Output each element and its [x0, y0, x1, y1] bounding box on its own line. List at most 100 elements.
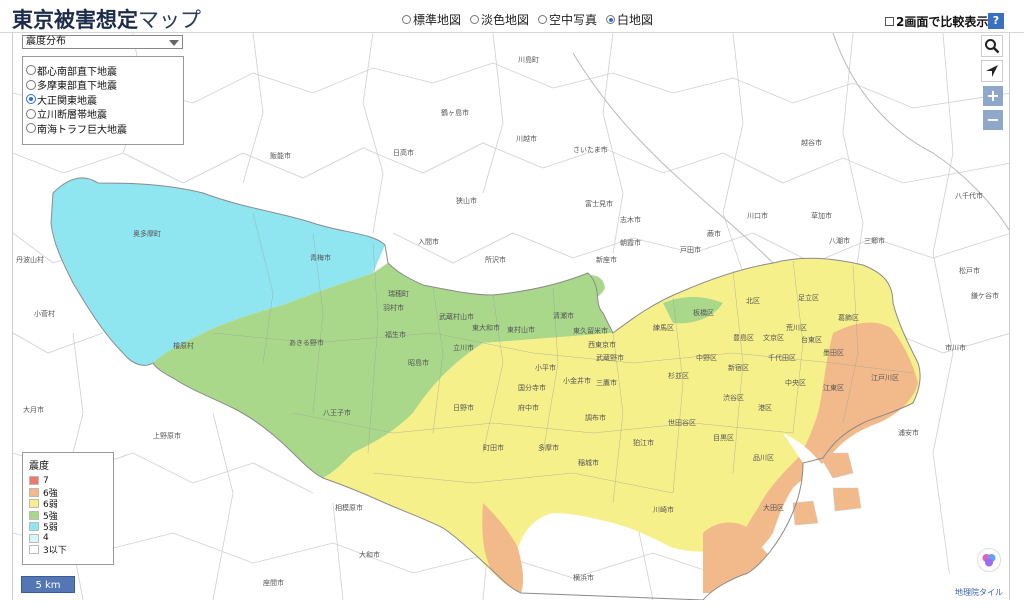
town-label: 足立区	[798, 294, 819, 302]
map-view[interactable]: さいたま市 川口市 戸田市 蕨市 朝霞市 新座市 志木市 富士見市 所沢市 狭山…	[12, 33, 1010, 600]
town-label: 板橋区	[693, 309, 714, 317]
town-label: 富士見市	[585, 200, 613, 208]
help-button[interactable]: ?	[988, 13, 1004, 29]
earthquake-scenario-panel: 都心南部直下地震 多摩東部直下地震 大正関東地震 立川断層帯地震 南海トラフ巨大…	[22, 56, 184, 145]
legend-item: 5弱	[29, 521, 107, 533]
quake-option-taisho-kanto[interactable]: 大正関東地震	[26, 92, 180, 107]
radio-icon	[26, 123, 36, 134]
town-label: 世田谷区	[668, 419, 696, 427]
town-label: 清瀬市	[553, 312, 574, 320]
radio-icon	[26, 79, 36, 90]
town-label: 戸田市	[680, 246, 701, 254]
town-label: 草加市	[811, 212, 832, 220]
radio-icon	[538, 15, 548, 24]
assistant-button[interactable]	[977, 548, 1001, 572]
town-label: 鎌ケ谷市	[971, 292, 999, 300]
town-label: 品川区	[753, 454, 774, 462]
town-label: 大田区	[763, 504, 784, 512]
town-label: 新座市	[596, 256, 617, 264]
town-label: 多摩市	[538, 444, 559, 452]
quake-option-tonan-chokka[interactable]: 都心南部直下地震	[26, 63, 180, 78]
town-label: 座間市	[263, 579, 284, 587]
town-label: 江東区	[823, 384, 844, 392]
basemap-option-photo[interactable]: 空中写真	[538, 11, 597, 28]
town-label: 中央区	[785, 379, 806, 387]
quake-label: 都心南部直下地震	[37, 66, 117, 78]
town-label: 三鷹市	[596, 379, 617, 387]
zoom-out-button[interactable]: −	[983, 110, 1003, 130]
town-label: 調布市	[585, 414, 606, 422]
search-button[interactable]	[981, 35, 1003, 57]
town-label: 市川市	[945, 344, 966, 352]
town-label: 青梅市	[310, 254, 331, 262]
scenario-dropdown[interactable]: 震度分布	[22, 35, 183, 49]
town-label: 三郷市	[864, 237, 885, 245]
quake-label: 多摩東部直下地震	[37, 81, 117, 93]
basemap-label: 空中写真	[549, 13, 598, 27]
town-label: 飯能市	[270, 152, 291, 160]
basemap-option-blank[interactable]: 白地図	[606, 11, 653, 28]
town-label: 蕨市	[707, 230, 721, 238]
town-label: 町田市	[483, 444, 504, 452]
town-label: 小金井市	[563, 377, 591, 385]
town-label: 八千代市	[955, 192, 983, 200]
app-logo[interactable]: 東京被害想定マップ	[12, 4, 201, 34]
legend-item: 6強	[29, 487, 107, 499]
basemap-option-pale[interactable]: 淡色地図	[470, 11, 529, 28]
quake-label: 立川断層帯地震	[37, 110, 107, 122]
town-label: 檜原村	[173, 342, 194, 350]
town-label: 小平市	[535, 364, 556, 372]
town-label: 八潮市	[829, 237, 850, 245]
legend-swatch	[29, 499, 39, 509]
town-label: 府中市	[518, 404, 539, 412]
town-label: 葛飾区	[838, 314, 859, 322]
town-label: 羽村市	[383, 304, 404, 312]
basemap-selector: 標準地図 淡色地図 空中写真 白地図	[402, 11, 653, 28]
town-label: 川島町	[518, 56, 539, 64]
app-header: 東京被害想定マップ 標準地図 淡色地図 空中写真 白地図 2画面で比較表示 ?	[0, 0, 1024, 33]
town-label: 武蔵村山市	[439, 313, 474, 321]
chevron-down-icon	[169, 40, 179, 46]
town-label: 渋谷区	[723, 394, 744, 402]
search-icon	[985, 39, 1000, 54]
town-label: 川崎市	[653, 506, 674, 514]
town-label: 川口市	[747, 212, 768, 220]
quake-option-nankai-trough[interactable]: 南海トラフ巨大地震	[26, 121, 180, 136]
quake-option-tachikawa-fault[interactable]: 立川断層帯地震	[26, 107, 180, 122]
town-label: さいたま市	[573, 146, 608, 154]
legend-label: 3以下	[43, 546, 67, 557]
legend-label: 7	[43, 475, 49, 486]
compare-label: 2画面で比較表示	[896, 15, 989, 29]
compare-toggle[interactable]: 2画面で比較表示	[885, 13, 988, 30]
town-label: 杉並区	[668, 372, 689, 380]
map-attribution[interactable]: 地理院タイル	[955, 587, 1003, 598]
town-label: 東村山市	[507, 326, 535, 334]
town-label: 日野市	[453, 404, 474, 412]
quake-option-tamatobu-chokka[interactable]: 多摩東部直下地震	[26, 78, 180, 93]
current-location-button[interactable]	[981, 60, 1003, 82]
radio-icon	[470, 15, 480, 24]
location-arrow-icon	[986, 65, 998, 77]
intensity-legend: 震度 7 6強 6弱 5強 5弱 4 3以下	[22, 452, 114, 565]
town-label: 相模原市	[335, 504, 363, 512]
town-label: 朝霞市	[620, 239, 641, 247]
legend-item: 4	[29, 533, 107, 545]
legend-label: 4	[43, 533, 49, 544]
basemap-option-standard[interactable]: 標準地図	[402, 11, 461, 28]
town-label: 練馬区	[653, 324, 674, 332]
basemap-label: 淡色地図	[481, 13, 530, 27]
town-label: 丹波山村	[16, 256, 44, 264]
town-label: 越谷市	[801, 139, 822, 147]
legend-item: 7	[29, 475, 107, 487]
town-label: 浦安市	[898, 429, 919, 437]
town-label: 東久留米市	[573, 327, 608, 335]
zoom-in-button[interactable]: +	[983, 86, 1003, 106]
app-title-suffix: マップ	[138, 8, 201, 32]
town-label: 千代田区	[768, 354, 796, 362]
town-label: 横浜市	[573, 574, 594, 582]
town-label: 狛江市	[633, 439, 654, 447]
legend-swatch	[29, 476, 39, 486]
town-label: 目黒区	[713, 434, 734, 442]
legend-label: 5弱	[43, 523, 58, 534]
town-label: 文京区	[763, 334, 784, 342]
